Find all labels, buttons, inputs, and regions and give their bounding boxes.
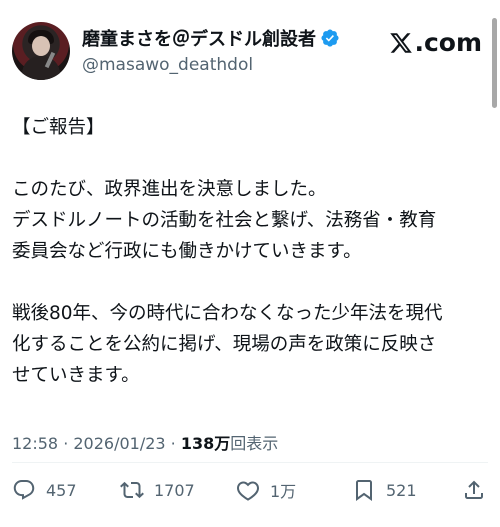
tweet-line: 委員会など行政にも働きかけていきます。 (12, 241, 362, 262)
tweet-date[interactable]: 2026/01/23 (73, 434, 165, 453)
reply-icon (13, 480, 35, 500)
bookmark-button[interactable]: 521 (352, 474, 417, 506)
avatar[interactable] (12, 22, 70, 80)
tweet-header: 磨童まさを＠デスドル創設者 @masawo_deathdol .com (12, 22, 488, 82)
share-button[interactable] (462, 474, 486, 506)
tweet-line: このたび、政界進出を決意しました。 (12, 179, 327, 200)
author-display-name[interactable]: 磨童まさを＠デスドル創設者 (82, 29, 316, 50)
bookmark-count: 521 (386, 480, 417, 500)
tweet-line: 戦後80年、今の時代に合わなくなった少年法を現代 (12, 303, 443, 324)
tweet-time[interactable]: 12:58 (12, 434, 58, 453)
x-logo-icon (390, 33, 413, 53)
action-bar: 457 1707 1万 521 (0, 474, 500, 506)
tweet-line: 【ご報告】 (12, 117, 105, 138)
tweet-text: 【ご報告】 このたび、政界進出を決意しました。 デスドルノートの活動を社会と繋げ… (12, 112, 488, 391)
scrollbar[interactable] (492, 18, 497, 108)
tweet-card: 磨童まさを＠デスドル創設者 @masawo_deathdol .com 【ご報告… (0, 0, 500, 527)
reply-count: 457 (46, 480, 77, 500)
tweet-line: デスドルノートの活動を社会と繋げ、法務省・教育 (12, 210, 437, 231)
x-logo-domain: .com (414, 28, 482, 57)
author-name[interactable]: 磨童まさを＠デスドル創設者 (82, 28, 340, 52)
bookmark-icon (356, 480, 372, 501)
x-logo: .com (389, 28, 482, 58)
author-handle[interactable]: @masawo_deathdol (82, 54, 253, 76)
divider (12, 462, 488, 463)
tweet-line: せていきます。 (12, 365, 140, 386)
repost-button[interactable]: 1707 (120, 474, 195, 506)
meta-separator: · (58, 434, 74, 453)
author-info: 磨童まさを＠デスドル創設者 @masawo_deathdol (82, 28, 402, 78)
share-icon (465, 480, 483, 499)
heart-icon (237, 481, 259, 501)
verified-badge-icon (321, 29, 339, 47)
repost-count: 1707 (154, 480, 195, 500)
views-label: 回表示 (230, 434, 279, 453)
tweet-line: 化することを公約に掲げ、現場の声を政策に反映さ (12, 334, 437, 355)
reply-button[interactable]: 457 (12, 474, 77, 506)
like-count: 1万 (270, 482, 297, 501)
like-button[interactable]: 1万 (236, 474, 296, 506)
meta-separator: · (165, 434, 181, 453)
repost-icon (120, 481, 144, 499)
views-count[interactable]: 138万 (181, 434, 230, 453)
tweet-meta: 12:58 · 2026/01/23 · 138万回表示 (12, 432, 488, 456)
